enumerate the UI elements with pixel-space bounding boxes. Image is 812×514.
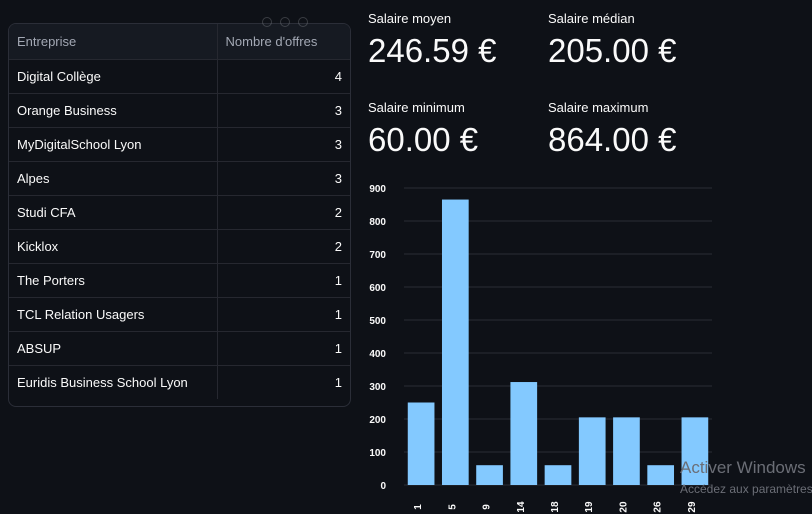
x-tick-label: 14 (516, 501, 527, 513)
cell-company[interactable]: The Porters (9, 263, 217, 298)
app-page: Entreprise Nombre d'offres Digital Collè… (0, 0, 812, 514)
y-tick-label: 500 (369, 316, 386, 327)
salary-bar-chart[interactable]: 0 100 200 300 400 500 600 700 800 900 1 5 9 14 18 19 20 2… (360, 178, 712, 514)
metric-mean-label: Salaire moyen (368, 11, 452, 26)
cell-offer-count[interactable]: 4 (216, 59, 350, 94)
x-tick-label: 20 (618, 501, 629, 513)
x-tick-label: 18 (550, 501, 561, 513)
table-row[interactable]: Orange Business 3 (9, 93, 350, 128)
cell-company[interactable]: Alpes (9, 161, 217, 196)
cell-offer-count[interactable]: 3 (216, 161, 350, 196)
watermark-subtitle: Accédez aux paramètres (680, 482, 812, 496)
cell-company[interactable]: Orange Business (9, 93, 217, 128)
header-company[interactable]: Entreprise (9, 24, 217, 60)
metric-max: Salaire maximum 864.00 € (548, 100, 718, 160)
search-icon[interactable] (280, 17, 290, 27)
cell-offer-count[interactable]: 3 (216, 127, 350, 162)
bar-5[interactable] (441, 199, 469, 486)
cell-company[interactable]: Studi CFA (9, 195, 217, 230)
cell-offer-count[interactable]: 1 (216, 331, 350, 366)
cell-company[interactable]: Euridis Business School Lyon (9, 365, 217, 399)
table-row[interactable]: Digital Collège 4 (9, 59, 350, 94)
cell-company[interactable]: ABSUP (9, 331, 217, 366)
x-tick-label: 26 (653, 501, 664, 513)
y-tick-label: 0 (380, 481, 386, 492)
table-row[interactable]: TCL Relation Usagers 1 (9, 297, 350, 332)
table-row[interactable]: ABSUP 1 (9, 331, 350, 366)
metric-min-label: Salaire minimum (368, 100, 465, 115)
table-row[interactable]: Alpes 3 (9, 161, 350, 196)
metric-min: Salaire minimum 60.00 € (368, 100, 538, 160)
metric-median-label: Salaire médian (548, 11, 635, 26)
metric-median: Salaire médian 205.00 € (548, 11, 718, 71)
cell-company[interactable]: TCL Relation Usagers (9, 297, 217, 332)
bar-14[interactable] (510, 382, 538, 485)
y-tick-label: 100 (369, 448, 386, 459)
bar-26[interactable] (647, 465, 675, 485)
cell-offer-count[interactable]: 3 (216, 93, 350, 128)
table-row[interactable]: Euridis Business School Lyon 1 (9, 365, 350, 399)
y-tick-label: 300 (369, 382, 386, 393)
y-tick-label: 400 (369, 349, 386, 360)
windows-activation-watermark: Activer Windows Accédez aux paramètres (680, 458, 812, 500)
data-table: Entreprise Nombre d'offres Digital Collè… (9, 24, 350, 399)
bar-9[interactable] (476, 465, 503, 485)
table-row[interactable]: Kicklox 2 (9, 229, 350, 264)
y-tick-label: 700 (369, 250, 386, 261)
metric-mean-value: 246.59 € (368, 32, 497, 69)
x-tick-label: 1 (413, 504, 424, 510)
bar-18[interactable] (544, 465, 572, 485)
bar-1[interactable] (407, 402, 435, 486)
table-row[interactable]: MyDigitalSchool Lyon 3 (9, 127, 350, 162)
cell-offer-count[interactable]: 1 (216, 263, 350, 298)
x-tick-label: 19 (584, 501, 595, 513)
y-tick-label: 200 (369, 415, 386, 426)
fullscreen-icon[interactable] (298, 17, 308, 27)
cell-company[interactable]: Kicklox (9, 229, 217, 264)
table-row[interactable]: Studi CFA 2 (9, 195, 350, 230)
cell-offer-count[interactable]: 2 (216, 195, 350, 230)
cell-offer-count[interactable]: 2 (216, 229, 350, 264)
x-tick-label: 5 (447, 504, 458, 510)
x-tick-label: 9 (482, 504, 493, 510)
watermark-title: Activer Windows (680, 458, 806, 477)
companies-table[interactable]: Entreprise Nombre d'offres Digital Collè… (8, 23, 351, 407)
metric-median-value: 205.00 € (548, 32, 677, 69)
bar-19[interactable] (578, 417, 606, 485)
metric-max-label: Salaire maximum (548, 100, 649, 115)
y-tick-label: 900 (369, 184, 386, 195)
download-icon[interactable] (262, 17, 272, 27)
cell-offer-count[interactable]: 1 (216, 365, 350, 399)
y-tick-label: 800 (369, 217, 386, 228)
metric-max-value: 864.00 € (548, 121, 677, 158)
y-tick-label: 600 (369, 283, 386, 294)
table-row[interactable]: The Porters 1 (9, 263, 350, 298)
cell-offer-count[interactable]: 1 (216, 297, 350, 332)
metric-min-value: 60.00 € (368, 121, 479, 158)
bar-20[interactable] (613, 417, 640, 485)
cell-company[interactable]: Digital Collège (9, 59, 217, 94)
cell-company[interactable]: MyDigitalSchool Lyon (9, 127, 217, 162)
metric-mean: Salaire moyen 246.59 € (368, 11, 538, 71)
x-tick-label: 29 (687, 501, 698, 513)
